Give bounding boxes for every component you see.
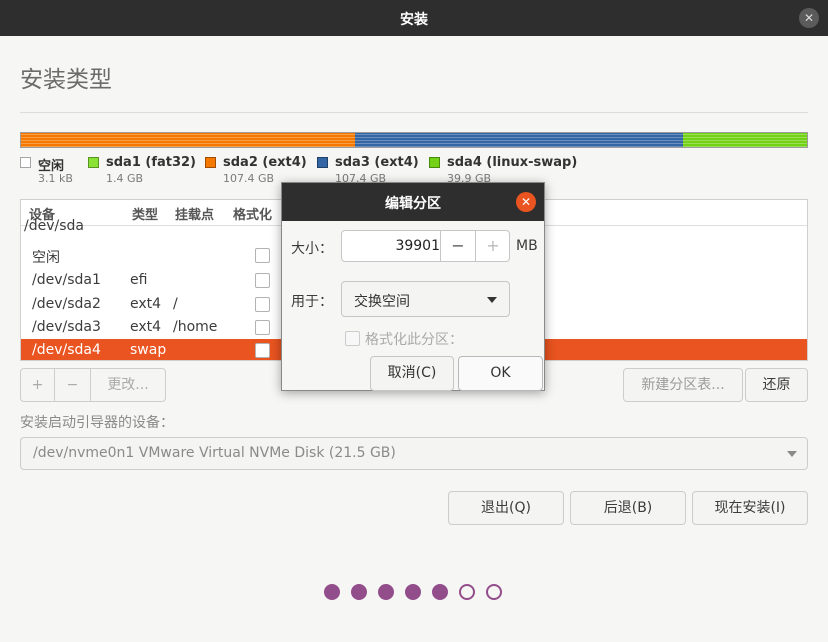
- partition-segment-sda4: [682, 133, 807, 147]
- page-title: 安装类型: [20, 67, 112, 93]
- format-partition-label: 格式化此分区：: [365, 332, 463, 348]
- window-title: 安装: [400, 12, 428, 28]
- cancel-button[interactable]: 取消(C): [370, 356, 454, 391]
- cell-type: ext4: [130, 319, 162, 335]
- cell-device: /dev/sda: [24, 218, 84, 234]
- cell-type: efi: [130, 272, 148, 288]
- cell-device: /dev/sda4: [32, 342, 101, 358]
- progress-dot: [486, 584, 502, 600]
- format-checkbox[interactable]: [255, 273, 270, 288]
- format-checkbox[interactable]: [255, 320, 270, 335]
- legend-swatch: [20, 157, 31, 168]
- revert-button[interactable]: 还原: [745, 368, 808, 402]
- bootloader-device-value: /dev/nvme0n1 VMware Virtual NVMe Disk (2…: [33, 445, 396, 461]
- decrement-button[interactable]: −: [440, 231, 475, 261]
- legend-size: 3.1 kB: [38, 172, 73, 185]
- legend-size: 107.4 GB: [223, 172, 275, 185]
- use-as-select[interactable]: 交换空间: [341, 281, 510, 317]
- checkbox-icon: [345, 331, 360, 346]
- size-spinbox[interactable]: 39901 − +: [341, 230, 510, 262]
- partition-segment-sda2: [21, 133, 356, 147]
- progress-dot: [432, 584, 448, 600]
- partition-segment-sda3: [355, 133, 683, 147]
- legend-swatch: [88, 157, 99, 168]
- back-button[interactable]: 后退(B): [570, 491, 686, 525]
- partition-bar: [20, 132, 808, 148]
- bootloader-device-select[interactable]: /dev/nvme0n1 VMware Virtual NVMe Disk (2…: [20, 437, 808, 470]
- chevron-down-icon: [787, 451, 797, 457]
- legend-label: sda2 (ext4): [223, 155, 307, 170]
- progress-dot: [459, 584, 475, 600]
- cell-type: swap: [130, 342, 167, 358]
- close-icon[interactable]: ✕: [799, 8, 819, 28]
- progress-dot: [405, 584, 421, 600]
- add-partition-button[interactable]: +: [21, 369, 55, 401]
- legend-label: sda4 (linux-swap): [447, 155, 578, 170]
- cell-type: ext4: [130, 296, 162, 312]
- legend-label: sda1 (fat32): [106, 155, 197, 170]
- cell-device: /dev/sda1: [32, 272, 101, 288]
- legend-swatch: [317, 157, 328, 168]
- edit-partition-dialog: 编辑分区 ✕ 大小： 39901 − + MB 用于： 交换空间 格式化此分区：…: [281, 182, 545, 391]
- change-partition-button[interactable]: 更改...: [91, 369, 165, 401]
- progress-dot: [351, 584, 367, 600]
- format-checkbox[interactable]: [255, 297, 270, 312]
- cell-mount: /home: [173, 319, 218, 335]
- cell-device: /dev/sda2: [32, 296, 101, 312]
- legend-size: 1.4 GB: [106, 172, 144, 185]
- quit-button[interactable]: 退出(Q): [448, 491, 564, 525]
- format-checkbox[interactable]: [255, 343, 270, 358]
- increment-button[interactable]: +: [475, 231, 510, 261]
- remove-partition-button[interactable]: −: [55, 369, 91, 401]
- new-partition-table-button[interactable]: 新建分区表...: [623, 368, 743, 402]
- cell-mount: /: [173, 296, 178, 312]
- cell-device: 空闲: [32, 250, 60, 266]
- partition-toolbar: + − 更改...: [20, 368, 166, 402]
- progress-dot: [378, 584, 394, 600]
- use-as-value: 交换空间: [354, 294, 410, 310]
- size-value[interactable]: 39901: [342, 238, 440, 254]
- size-unit: MB: [516, 238, 538, 254]
- use-as-label: 用于：: [291, 294, 333, 310]
- window-titlebar: 安装 ✕: [0, 0, 828, 36]
- cell-device: /dev/sda3: [32, 319, 101, 335]
- progress-dot: [324, 584, 340, 600]
- dialog-title: 编辑分区: [385, 196, 441, 212]
- size-label: 大小：: [291, 241, 333, 257]
- ok-button[interactable]: OK: [458, 356, 543, 391]
- chevron-down-icon: [487, 297, 497, 303]
- dialog-titlebar: 编辑分区 ✕: [282, 183, 544, 221]
- divider: [20, 112, 808, 113]
- close-icon[interactable]: ✕: [516, 192, 536, 212]
- legend-swatch: [205, 157, 216, 168]
- bootloader-label: 安装启动引导器的设备：: [20, 415, 174, 431]
- legend-swatch: [429, 157, 440, 168]
- legend-label: sda3 (ext4): [335, 155, 419, 170]
- install-now-button[interactable]: 现在安装(I): [692, 491, 808, 525]
- format-checkbox[interactable]: [255, 248, 270, 263]
